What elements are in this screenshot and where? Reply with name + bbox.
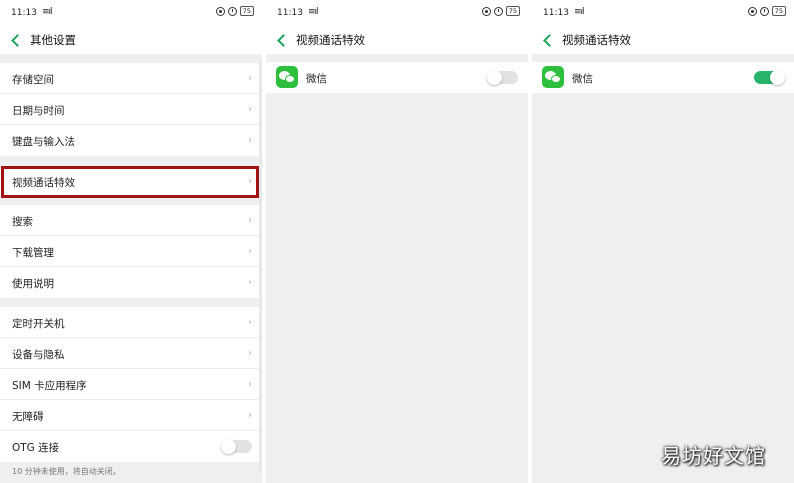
otg-footer-note: 10 分钟未使用，将自动关闭。: [12, 467, 121, 476]
list-item-label: 下载管理: [12, 247, 54, 259]
battery-icon: 75: [239, 6, 254, 16]
wechat-icon: [542, 66, 564, 88]
settings-group-4: 定时开关机 › 设备与隐私 › SIM 卡应用程序 › 无障碍 › OTG 连接: [0, 307, 262, 462]
status-bar: 11:13 ≡ıl 75: [266, 0, 528, 26]
list-item-date-time[interactable]: 日期与时间 ›: [0, 94, 262, 125]
list-item-label: 键盘与输入法: [12, 136, 75, 148]
list-item-label: 日期与时间: [12, 105, 65, 117]
list-item-downloads[interactable]: 下载管理 ›: [0, 236, 262, 267]
chevron-right-icon: ›: [248, 317, 252, 328]
watermark: 易坊好文馆: [661, 444, 766, 468]
list-item-search[interactable]: 搜索 ›: [0, 205, 262, 236]
battery-icon: 75: [771, 6, 786, 16]
screen-video-call-effects-off: 11:13 ≡ıl 75 视频通话特效 微信: [266, 0, 528, 483]
list-item-label: 定时开关机: [12, 318, 65, 330]
screen-other-settings: 11:13 ≡ıl 75 其他设置 存储空间 › 日期与时间 › 键盘与输入法: [0, 0, 262, 483]
alarm-icon: [493, 6, 503, 16]
list-item-otg: OTG 连接: [0, 431, 262, 462]
alarm-icon: [227, 6, 237, 16]
status-icons: 75: [481, 6, 520, 16]
chevron-right-icon: ›: [248, 215, 252, 226]
nav-bar: 视频通话特效: [266, 26, 528, 54]
app-row-wechat: 微信: [532, 62, 794, 93]
status-bar: 11:13 ≡ıl 75: [532, 0, 794, 26]
list-item-storage[interactable]: 存储空间 ›: [0, 63, 262, 94]
list-item-accessibility[interactable]: 无障碍 ›: [0, 400, 262, 431]
back-icon[interactable]: [10, 33, 22, 47]
otg-toggle[interactable]: [221, 439, 252, 454]
chevron-right-icon: ›: [248, 246, 252, 257]
chevron-right-icon: ›: [248, 73, 252, 84]
wechat-effect-toggle[interactable]: [487, 70, 518, 85]
chevron-right-icon: ›: [248, 104, 252, 115]
wechat-effect-toggle[interactable]: [754, 70, 785, 85]
app-row-wechat: 微信: [266, 62, 528, 93]
list-item-label: 使用说明: [12, 278, 54, 290]
status-icons: 75: [747, 6, 786, 16]
page-title: 视频通话特效: [296, 33, 365, 47]
battery-icon: 75: [505, 6, 520, 16]
location-icon: [481, 6, 491, 16]
screen-video-call-effects-on: 11:13 ≡ıl 75 视频通话特效 微信 易坊好文馆: [532, 0, 794, 483]
chevron-right-icon: ›: [248, 135, 252, 146]
highlight-box: [1, 166, 259, 198]
page-title: 其他设置: [30, 33, 76, 47]
list-item-keyboard[interactable]: 键盘与输入法 ›: [0, 125, 262, 156]
list-item-label: 搜索: [12, 216, 33, 228]
list-item-device-privacy[interactable]: 设备与隐私 ›: [0, 338, 262, 369]
chevron-right-icon: ›: [248, 379, 252, 390]
nav-bar: 视频通话特效: [532, 26, 794, 54]
screenshot-stage: 11:13 ≡ıl 75 其他设置 存储空间 › 日期与时间 › 键盘与输入法: [0, 0, 794, 483]
signal-icon: ≡ıl: [574, 7, 585, 17]
chevron-right-icon: ›: [248, 410, 252, 421]
nav-bar: 其他设置: [0, 26, 262, 54]
list-item-label: SIM 卡应用程序: [12, 380, 87, 392]
location-icon: [747, 6, 757, 16]
status-time: 11:13: [11, 8, 37, 18]
page-title: 视频通话特效: [562, 33, 631, 47]
settings-group-3: 搜索 › 下载管理 › 使用说明 ›: [0, 205, 262, 298]
app-label: 微信: [306, 73, 327, 85]
list-item-scheduled-power[interactable]: 定时开关机 ›: [0, 307, 262, 338]
list-item-label: 设备与隐私: [12, 349, 65, 361]
alarm-icon: [759, 6, 769, 16]
chevron-right-icon: ›: [248, 348, 252, 359]
chevron-right-icon: ›: [248, 277, 252, 288]
back-icon[interactable]: [276, 33, 288, 47]
signal-icon: ≡ıl: [308, 7, 319, 17]
wechat-icon: [276, 66, 298, 88]
list-item-sim-apps[interactable]: SIM 卡应用程序 ›: [0, 369, 262, 400]
otg-label: OTG 连接: [12, 442, 60, 454]
signal-icon: ≡ıl: [42, 7, 53, 17]
list-item-label: 存储空间: [12, 74, 54, 86]
settings-group-1: 存储空间 › 日期与时间 › 键盘与输入法 ›: [0, 63, 262, 156]
status-bar: 11:13 ≡ıl 75: [0, 0, 262, 26]
back-icon[interactable]: [542, 33, 554, 47]
app-label: 微信: [572, 73, 593, 85]
list-item-manual[interactable]: 使用说明 ›: [0, 267, 262, 298]
location-icon: [215, 6, 225, 16]
status-icons: 75: [215, 6, 254, 16]
status-time: 11:13: [277, 8, 303, 18]
status-time: 11:13: [543, 8, 569, 18]
list-item-label: 无障碍: [12, 411, 44, 423]
